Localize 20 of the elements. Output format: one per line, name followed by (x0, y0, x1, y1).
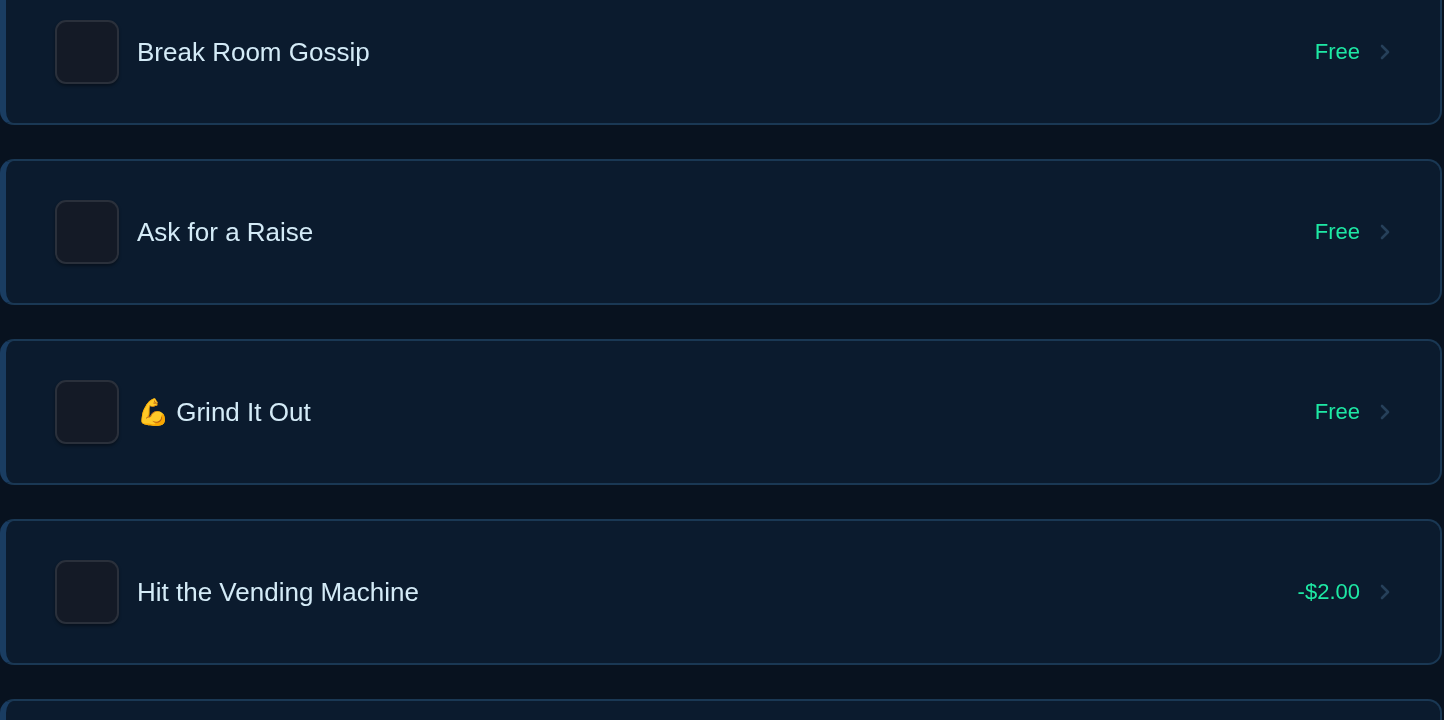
option-price: Free (1314, 399, 1360, 425)
option-price: Free (1314, 219, 1360, 245)
option-title: Break Room Gossip (137, 36, 370, 68)
option-card[interactable]: Hit the Vending Machine -$2.00 (0, 519, 1442, 665)
option-price: Free (1314, 39, 1360, 65)
chevron-right-icon (1380, 584, 1390, 600)
blank-tile-icon (55, 20, 119, 84)
chevron-right-icon (1380, 224, 1390, 240)
chevron-right-icon (1380, 404, 1390, 420)
chevron-right-icon (1380, 44, 1390, 60)
option-title: 💪 Grind It Out (137, 396, 311, 428)
option-title: Hit the Vending Machine (137, 576, 419, 608)
blank-tile-icon (55, 380, 119, 444)
option-title: Ask for a Raise (137, 216, 314, 248)
option-card[interactable]: Break Room Gossip Free (0, 0, 1442, 125)
option-price: -$2.00 (1297, 579, 1360, 605)
blank-tile-icon (55, 200, 119, 264)
blank-tile-icon (55, 560, 119, 624)
option-card[interactable]: 💪 Grind It Out Free (0, 339, 1442, 485)
option-card[interactable]: Ask for a Raise Free (0, 159, 1442, 305)
